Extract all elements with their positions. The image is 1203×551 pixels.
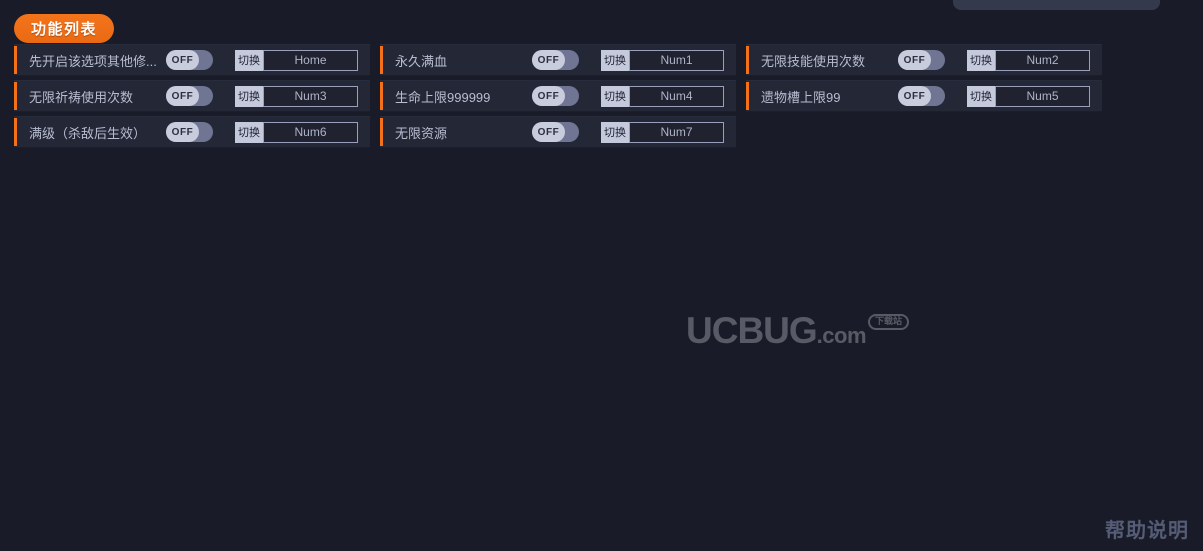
function-column-2: 永久满血 OFF 切换 Num1 生命上限999999 OFF 切换 Num4 无限资源 OFF 切… [380,44,736,148]
hotkey-input-box[interactable]: Num1 [629,49,724,71]
hotkey-tag-label: 切换 [601,85,629,107]
hotkey-tag-label: 切换 [601,121,629,143]
toggle-knob-state: OFF [898,86,931,106]
hotkey-group: 切换 Num3 [235,85,358,107]
hotkey-group: 切换 Num7 [601,121,724,143]
toggle-knob-state: OFF [166,86,199,106]
panel-title-badge: 功能列表 [14,14,115,43]
hotkey-group: 切换 Num2 [967,49,1090,71]
function-toggle-switch[interactable]: OFF [532,122,579,142]
watermark-brand-text: UCBUG .com [686,310,867,351]
function-row: 遗物槽上限99 OFF 切换 Num5 [746,80,1102,112]
hotkey-group: 切换 Num5 [967,85,1090,107]
watermark-badge: 下载站 [868,314,910,330]
function-label: 无限祈祷使用次数 [29,89,134,105]
hotkey-tag-label: 切换 [967,85,995,107]
toggle-knob-state: OFF [532,86,565,106]
hotkey-input-box[interactable]: Num3 [263,85,358,107]
function-row: 无限技能使用次数 OFF 切换 Num2 [746,44,1102,76]
hotkey-tag-label: 切换 [235,49,263,71]
function-label: 满级（杀敌后生效） [29,125,147,141]
hotkey-input-box[interactable]: Home [263,49,358,71]
function-label: 先开启该选项其他修... [29,53,157,69]
function-toggle-switch[interactable]: OFF [532,86,579,106]
hotkey-group: 切换 Num1 [601,49,724,71]
function-toggle-switch[interactable]: OFF [898,50,945,70]
toggle-knob-state: OFF [532,122,565,142]
function-row: 永久满血 OFF 切换 Num1 [380,44,736,76]
top-partial-pill [953,0,1160,10]
watermark: UCBUG .com 下载站 [686,310,910,351]
hotkey-input-box[interactable]: Num2 [995,49,1090,71]
hotkey-tag-label: 切换 [601,49,629,71]
toggle-knob-state: OFF [166,122,199,142]
function-label: 无限资源 [395,125,448,141]
function-toggle-switch[interactable]: OFF [532,50,579,70]
help-label[interactable]: 帮助说明 [1105,514,1189,543]
toggle-knob-state: OFF [898,50,931,70]
function-row: 满级（杀敌后生效） OFF 切换 Num6 [14,116,370,148]
function-list-columns: 先开启该选项其他修... OFF 切换 Home 无限祈祷使用次数 OFF 切换 Num3 满级… [14,44,1102,148]
function-row: 先开启该选项其他修... OFF 切换 Home [14,44,370,76]
function-toggle-switch[interactable]: OFF [166,50,213,70]
hotkey-tag-label: 切换 [967,49,995,71]
watermark-brand: UCBUG [686,310,818,351]
hotkey-group: 切换 Home [235,49,358,71]
toggle-knob-state: OFF [532,50,565,70]
hotkey-tag-label: 切换 [235,85,263,107]
hotkey-input-box[interactable]: Num6 [263,121,358,143]
hotkey-tag-label: 切换 [235,121,263,143]
function-row: 无限资源 OFF 切换 Num7 [380,116,736,148]
function-toggle-switch[interactable]: OFF [166,122,213,142]
function-label: 永久满血 [395,53,448,69]
hotkey-group: 切换 Num6 [235,121,358,143]
hotkey-input-box[interactable]: Num5 [995,85,1090,107]
function-column-3: 无限技能使用次数 OFF 切换 Num2 遗物槽上限99 OFF 切换 Num5 [746,44,1102,112]
hotkey-input-box[interactable]: Num4 [629,85,724,107]
function-toggle-switch[interactable]: OFF [898,86,945,106]
function-row: 无限祈祷使用次数 OFF 切换 Num3 [14,80,370,112]
function-row: 生命上限999999 OFF 切换 Num4 [380,80,736,112]
hotkey-group: 切换 Num4 [601,85,724,107]
function-label: 遗物槽上限99 [761,89,841,105]
function-label: 无限技能使用次数 [761,53,866,69]
toggle-knob-state: OFF [166,50,199,70]
function-column-1: 先开启该选项其他修... OFF 切换 Home 无限祈祷使用次数 OFF 切换 Num3 满级… [14,44,370,148]
function-label: 生命上限999999 [395,89,491,105]
function-toggle-switch[interactable]: OFF [166,86,213,106]
watermark-suffix: .com [816,323,867,348]
hotkey-input-box[interactable]: Num7 [629,121,724,143]
